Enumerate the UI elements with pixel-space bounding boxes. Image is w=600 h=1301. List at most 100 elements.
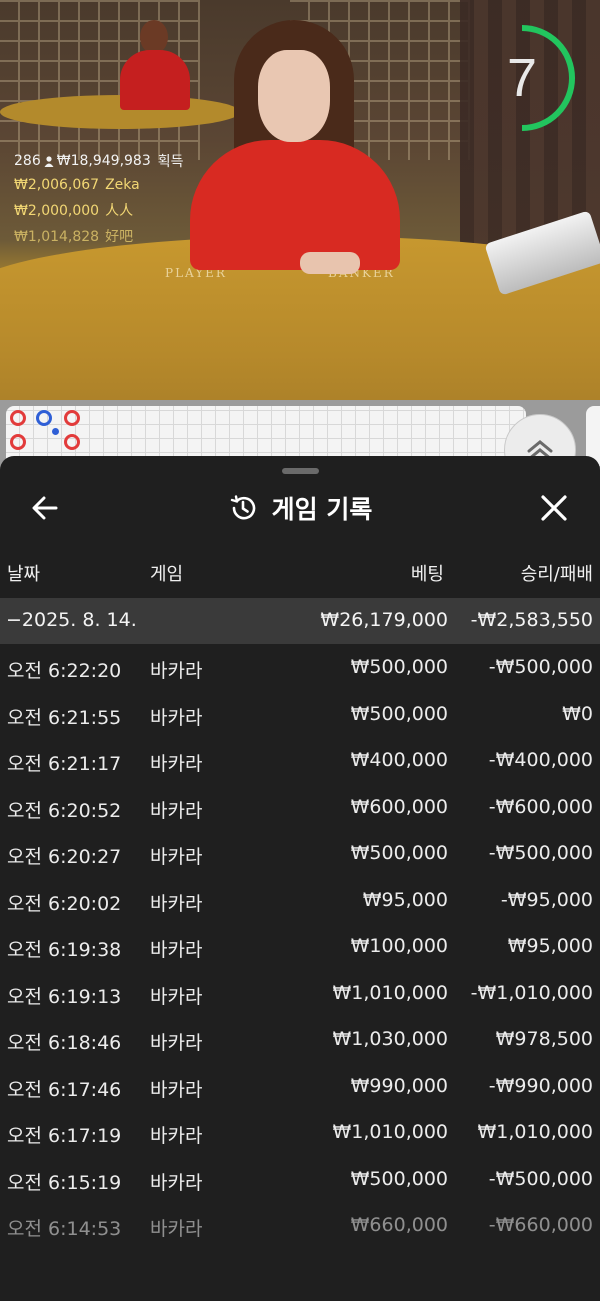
row-time: 오전 6:19:38 bbox=[7, 939, 122, 961]
row-game: 바카라 bbox=[150, 1125, 203, 1147]
table-row[interactable]: 오전 6:14:53 바카라 ₩660,000 -₩660,000 bbox=[0, 1204, 600, 1251]
date-group-result-total: -₩2,583,550 bbox=[470, 609, 593, 631]
row-game: 바카라 bbox=[150, 706, 203, 729]
row-bet: ₩500,000 bbox=[350, 702, 448, 725]
winner-entry: ₩2,006,067 Zeka bbox=[14, 172, 244, 198]
sheet-fade bbox=[0, 1257, 600, 1301]
row-result: -₩990,000 bbox=[488, 1074, 593, 1097]
column-header-result: 승리/패배 bbox=[520, 564, 593, 585]
sheet-drag-handle[interactable] bbox=[282, 468, 319, 474]
table-row[interactable]: 오전 6:20:52 바카라 ₩600,000 -₩600,000 bbox=[0, 786, 600, 833]
table-row[interactable]: 오전 6:21:17 바카라 ₩400,000 -₩400,000 bbox=[0, 739, 600, 786]
row-game: 바카라 bbox=[150, 660, 203, 682]
table-row[interactable]: 오전 6:19:38 바카라 ₩100,000 ₩95,000 bbox=[0, 925, 600, 972]
row-bet: ₩990,000 bbox=[350, 1074, 448, 1097]
table-row[interactable]: 오전 6:15:19 바카라 ₩500,000 -₩500,000 bbox=[0, 1158, 600, 1205]
bead-red bbox=[10, 410, 26, 426]
row-bet: ₩600,000 bbox=[350, 795, 448, 818]
row-bet: ₩100,000 bbox=[350, 935, 448, 957]
close-icon bbox=[541, 495, 567, 521]
row-time: 오전 6:20:02 bbox=[7, 892, 122, 915]
winners-panel: 286 ₩18,949,983 획득 ₩2,006,067 Zeka ₩2,000… bbox=[14, 150, 244, 250]
sheet-title: 게임 기록 bbox=[271, 495, 373, 524]
table-row[interactable]: 오전 6:21:55 바카라 ₩500,000 ₩0 bbox=[0, 693, 600, 740]
row-game: 바카라 bbox=[150, 892, 203, 915]
column-header-bet: 베팅 bbox=[410, 564, 444, 585]
table-header: 날짜 게임 베팅 승리/패배 bbox=[0, 560, 600, 592]
table-row[interactable]: 오전 6:20:27 바카라 ₩500,000 -₩500,000 bbox=[0, 832, 600, 879]
winners-total: 286 ₩18,949,983 획득 bbox=[14, 150, 244, 172]
row-game: 바카라 bbox=[150, 1032, 203, 1054]
row-bet: ₩660,000 bbox=[350, 1214, 448, 1236]
row-result: ₩0 bbox=[562, 702, 593, 725]
row-game: 바카라 bbox=[150, 799, 203, 822]
countdown-timer: 7 bbox=[478, 24, 576, 132]
table-row[interactable]: 오전 6:22:20 바카라 ₩500,000 -₩500,000 bbox=[0, 646, 600, 693]
winner-name: 人人 bbox=[105, 203, 134, 219]
row-time: 오전 6:18:46 bbox=[7, 1032, 122, 1054]
person-icon bbox=[44, 155, 54, 167]
row-bet: ₩1,010,000 bbox=[332, 1121, 448, 1143]
table-row[interactable]: 오전 6:17:19 바카라 ₩1,010,000 ₩1,010,000 bbox=[0, 1111, 600, 1158]
row-bet: ₩1,030,000 bbox=[332, 1028, 448, 1050]
row-result: -₩400,000 bbox=[488, 749, 593, 771]
row-game: 바카라 bbox=[150, 753, 203, 775]
row-bet: ₩500,000 bbox=[350, 656, 448, 678]
bead-red bbox=[64, 434, 80, 450]
winners-count: 286 bbox=[14, 153, 41, 169]
winner-amount: ₩2,006,067 bbox=[14, 177, 100, 193]
history-rows: 오전 6:22:20 바카라 ₩500,000 -₩500,000 오전 6:21:5… bbox=[0, 646, 600, 1251]
row-bet: ₩95,000 bbox=[362, 888, 448, 911]
column-header-date: 날짜 bbox=[7, 564, 41, 585]
row-result: -₩1,010,000 bbox=[470, 981, 593, 1004]
winner-name: 好吧 bbox=[105, 229, 134, 245]
row-bet: ₩500,000 bbox=[350, 1167, 448, 1190]
table-row[interactable]: 오전 6:19:13 바카라 ₩1,010,000 -₩1,010,000 bbox=[0, 972, 600, 1019]
row-result: -₩500,000 bbox=[488, 1167, 593, 1190]
row-game: 바카라 bbox=[150, 1171, 203, 1194]
close-button[interactable] bbox=[534, 488, 574, 528]
table-row[interactable]: 오전 6:17:46 바카라 ₩990,000 -₩990,000 bbox=[0, 1065, 600, 1112]
row-game: 바카라 bbox=[150, 846, 203, 868]
row-time: 오전 6:15:19 bbox=[7, 1171, 122, 1194]
row-result: -₩660,000 bbox=[488, 1214, 593, 1236]
bead-dot-blue bbox=[52, 428, 59, 435]
winner-amount: ₩1,014,828 bbox=[14, 229, 100, 245]
bead-blue bbox=[36, 410, 52, 426]
date-group-row[interactable]: −2025. 8. 14. ₩26,179,000 -₩2,583,550 bbox=[0, 598, 600, 644]
row-result: ₩95,000 bbox=[507, 935, 593, 957]
row-time: 오전 6:17:19 bbox=[7, 1125, 122, 1147]
row-bet: ₩500,000 bbox=[350, 842, 448, 864]
row-time: 오전 6:17:46 bbox=[7, 1078, 122, 1101]
row-game: 바카라 bbox=[150, 985, 203, 1008]
game-history-sheet: 게임 기록 날짜 게임 베팅 승리/패배 −2025. 8. 14. ₩26,1… bbox=[0, 456, 600, 1301]
row-bet: ₩400,000 bbox=[350, 749, 448, 771]
winner-entry: ₩2,000,000 人人 bbox=[14, 198, 244, 224]
history-icon bbox=[230, 495, 255, 520]
table-row[interactable]: 오전 6:18:46 바카라 ₩1,030,000 ₩978,500 bbox=[0, 1018, 600, 1065]
row-time: 오전 6:14:53 bbox=[7, 1218, 122, 1240]
row-time: 오전 6:21:17 bbox=[7, 753, 122, 775]
winners-total-amount: ₩18,949,983 bbox=[56, 153, 151, 169]
winner-entry: ₩1,014,828 好吧 bbox=[14, 224, 244, 250]
row-game: 바카라 bbox=[150, 939, 203, 961]
date-group-bet-total: ₩26,179,000 bbox=[320, 609, 448, 631]
row-game: 바카라 bbox=[150, 1078, 203, 1101]
row-time: 오전 6:22:20 bbox=[7, 660, 122, 682]
row-time: 오전 6:20:27 bbox=[7, 846, 122, 868]
winners-total-suffix: 획득 bbox=[157, 154, 184, 170]
winner-amount: ₩2,000,000 bbox=[14, 203, 100, 219]
countdown-number: 7 bbox=[506, 48, 538, 108]
row-time: 오전 6:19:13 bbox=[7, 985, 122, 1008]
bead-red bbox=[64, 410, 80, 426]
row-result: -₩500,000 bbox=[488, 656, 593, 678]
column-header-game: 게임 bbox=[150, 564, 184, 585]
row-result: -₩600,000 bbox=[488, 795, 593, 818]
sheet-header: 게임 기록 bbox=[0, 486, 600, 530]
winner-name: Zeka bbox=[105, 177, 140, 193]
row-time: 오전 6:20:52 bbox=[7, 799, 122, 822]
date-group-label: −2025. 8. 14. bbox=[6, 609, 137, 631]
table-row[interactable]: 오전 6:20:02 바카라 ₩95,000 -₩95,000 bbox=[0, 879, 600, 926]
row-bet: ₩1,010,000 bbox=[332, 981, 448, 1004]
row-game: 바카라 bbox=[150, 1218, 203, 1240]
